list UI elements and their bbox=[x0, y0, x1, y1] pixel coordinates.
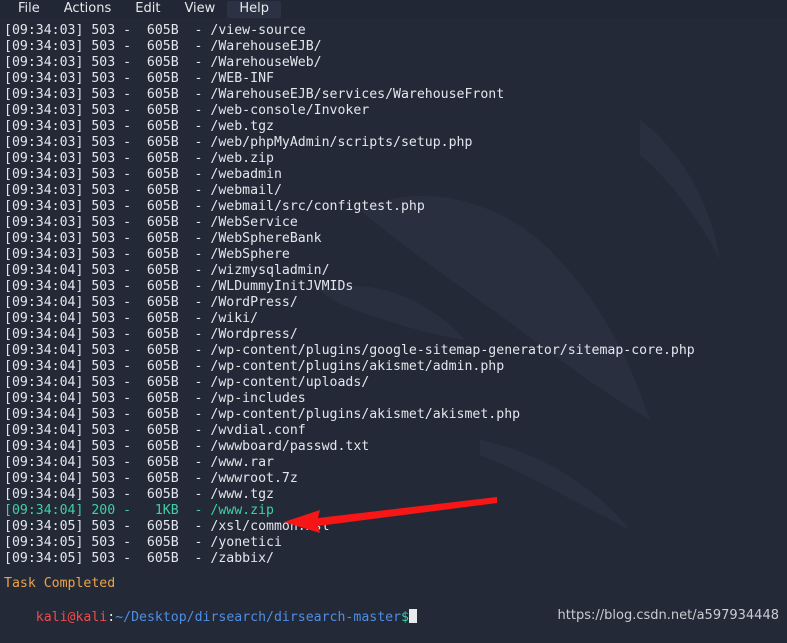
scan-result-row: [09:34:04] 503 - 605B - /wvdial.conf bbox=[4, 423, 306, 438]
scan-result-row: [09:34:03] 503 - 605B - /WebSphere bbox=[4, 247, 290, 262]
scan-result-list: [09:34:03] 503 - 605B - /view-source [09:… bbox=[4, 23, 787, 567]
text-cursor bbox=[408, 609, 417, 623]
prompt-path: ~/Desktop/dirsearch/dirsearch-master bbox=[115, 610, 402, 625]
scan-result-row: [09:34:03] 503 - 605B - /WebSphereBank bbox=[4, 231, 322, 246]
status-message: Task Completed bbox=[4, 576, 116, 591]
scan-result-row: [09:34:04] 200 - 1KB - /www.zip bbox=[4, 503, 274, 518]
scan-result-row: [09:34:05] 503 - 605B - /xsl/common.xsl bbox=[4, 519, 330, 534]
scan-result-row: [09:34:04] 503 - 605B - /wwwroot.7z bbox=[4, 471, 298, 486]
prompt-separator: : bbox=[107, 610, 116, 625]
scan-result-row: [09:34:03] 503 - 605B - /web/phpMyAdmin/… bbox=[4, 135, 473, 150]
scan-result-row: [09:34:04] 503 - 605B - /wp-content/plug… bbox=[4, 407, 521, 422]
scan-result-row: [09:34:05] 503 - 605B - /zabbix/ bbox=[4, 551, 274, 566]
prompt-symbol: $ bbox=[401, 610, 409, 625]
blog-url-watermark: https://blog.csdn.net/a597934448 bbox=[557, 608, 779, 623]
scan-result-row: [09:34:03] 503 - 605B - /webmail/src/con… bbox=[4, 199, 425, 214]
terminal-output[interactable]: [09:34:03] 503 - 605B - /view-source [09:… bbox=[0, 18, 787, 628]
prompt-user-host: kali@kali bbox=[35, 610, 108, 625]
scan-result-row: [09:34:03] 503 - 605B - /WarehouseEJB/ bbox=[4, 39, 322, 54]
scan-result-row: [09:34:03] 503 - 605B - /web.tgz bbox=[4, 119, 274, 134]
scan-result-row: [09:34:03] 503 - 605B - /webadmin bbox=[4, 167, 282, 182]
menu-bar: File Actions Edit View Help bbox=[0, 0, 787, 18]
scan-result-row: [09:34:04] 503 - 605B - /wizmysqladmin/ bbox=[4, 263, 330, 278]
scan-result-row: [09:34:04] 503 - 605B - /wwwboard/passwd… bbox=[4, 439, 370, 454]
shell-prompt-line[interactable]: kali@kali:~/Desktop/dirsearch/dirsearch-… bbox=[4, 592, 787, 625]
scan-result-row: [09:34:04] 503 - 605B - /wp-content/plug… bbox=[4, 359, 505, 374]
scan-result-row: [09:34:05] 503 - 605B - /yonetici bbox=[4, 535, 282, 550]
scan-result-row: [09:34:04] 503 - 605B - /wp-includes bbox=[4, 391, 306, 406]
menu-item-view[interactable]: View bbox=[172, 1, 227, 18]
scan-result-row: [09:34:03] 503 - 605B - /WEB-INF bbox=[4, 71, 274, 86]
scan-result-row: [09:34:03] 503 - 605B - /web-console/Inv… bbox=[4, 103, 370, 118]
scan-result-row: [09:34:04] 503 - 605B - /wp-content/plug… bbox=[4, 343, 695, 358]
scan-result-row: [09:34:03] 503 - 605B - /WarehouseWeb/ bbox=[4, 55, 322, 70]
scan-result-row: [09:34:04] 503 - 605B - /www.tgz bbox=[4, 487, 274, 502]
menu-item-help[interactable]: Help bbox=[227, 1, 281, 18]
menu-item-actions[interactable]: Actions bbox=[52, 1, 124, 18]
scan-result-row: [09:34:03] 503 - 605B - /WarehouseEJB/se… bbox=[4, 87, 505, 102]
scan-result-row: [09:34:03] 503 - 605B - /WebService bbox=[4, 215, 298, 230]
menu-item-file[interactable]: File bbox=[6, 1, 52, 18]
scan-result-row: [09:34:03] 503 - 605B - /webmail/ bbox=[4, 183, 282, 198]
scan-result-row: [09:34:03] 503 - 605B - /web.zip bbox=[4, 151, 274, 166]
menu-item-edit[interactable]: Edit bbox=[123, 1, 172, 18]
scan-result-row: [09:34:04] 503 - 605B - /WLDummyInitJVMI… bbox=[4, 279, 354, 294]
scan-result-row: [09:34:04] 503 - 605B - /Wordpress/ bbox=[4, 327, 298, 342]
scan-result-row: [09:34:04] 503 - 605B - /wp-content/uplo… bbox=[4, 375, 370, 390]
scan-result-row: [09:34:03] 503 - 605B - /view-source bbox=[4, 23, 306, 38]
scan-result-row: [09:34:04] 503 - 605B - /www.rar bbox=[4, 455, 274, 470]
scan-result-row: [09:34:04] 503 - 605B - /wiki/ bbox=[4, 311, 259, 326]
scan-result-row: [09:34:04] 503 - 605B - /WordPress/ bbox=[4, 295, 298, 310]
